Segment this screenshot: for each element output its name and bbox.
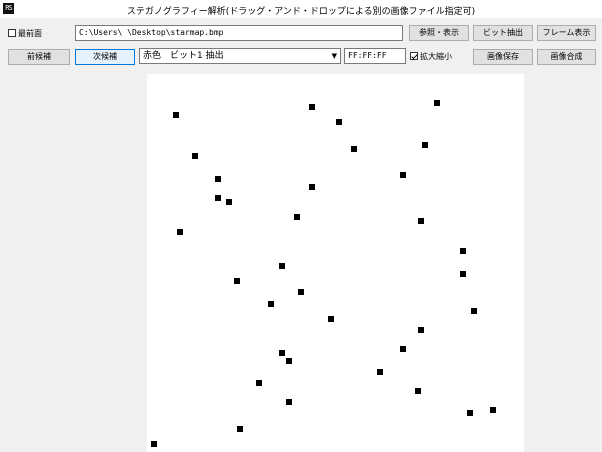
star-dot	[351, 146, 357, 152]
chevron-down-icon[interactable]: ▼	[332, 49, 337, 63]
star-dot	[279, 263, 285, 269]
file-path-field[interactable]: C:\Users\ \Desktop\starmap.bmp	[75, 25, 403, 41]
topmost-checkbox-box[interactable]	[8, 29, 16, 37]
star-dot	[298, 289, 304, 295]
image-view[interactable]	[147, 74, 524, 452]
star-dot	[237, 426, 243, 432]
star-dot	[415, 388, 421, 394]
star-dot	[173, 112, 179, 118]
prev-candidate-button[interactable]: 前候補	[8, 49, 70, 65]
star-dot	[460, 248, 466, 254]
star-dot	[400, 172, 406, 178]
extract-bits-button[interactable]: ビット抽出	[473, 25, 533, 41]
window-title: ステガノグラフィー解析(ドラッグ・アンド・ドロップによる別の画像ファイル指定可)	[126, 7, 476, 17]
zoom-checkbox-box[interactable]	[410, 52, 418, 60]
star-dot	[309, 104, 315, 110]
star-dot	[336, 119, 342, 125]
frame-view-button[interactable]: フレーム表示	[537, 25, 596, 41]
star-dot	[151, 441, 157, 447]
color-value-field[interactable]: FF:FF:FF	[344, 48, 406, 64]
zoom-checkbox[interactable]: 拡大縮小	[410, 50, 452, 64]
star-dot	[400, 346, 406, 352]
star-dot	[328, 316, 334, 322]
save-image-button[interactable]: 画像保存	[473, 49, 533, 65]
star-dot	[256, 380, 262, 386]
star-dot	[286, 399, 292, 405]
browse-display-button[interactable]: 参照・表示	[409, 25, 469, 41]
star-dot	[418, 327, 424, 333]
star-dot	[422, 142, 428, 148]
star-dot	[192, 153, 198, 159]
star-dot	[234, 278, 240, 284]
star-dot	[177, 229, 183, 235]
star-map-image	[151, 100, 496, 447]
topmost-checkbox[interactable]: 最前面	[8, 27, 42, 41]
star-dot	[215, 195, 221, 201]
next-candidate-button[interactable]: 次候補	[75, 49, 135, 65]
star-dot	[215, 176, 221, 182]
star-dot	[460, 271, 466, 277]
topmost-label: 最前面	[18, 29, 42, 38]
zoom-label: 拡大縮小	[420, 52, 452, 61]
extract-mode-value: 赤色 ビット1 抽出	[143, 51, 224, 61]
star-dot	[286, 358, 292, 364]
star-dot	[268, 301, 274, 307]
star-dot	[434, 100, 440, 106]
star-dot	[226, 199, 232, 205]
extract-mode-select[interactable]: 赤色 ビット1 抽出 ▼	[139, 48, 341, 64]
star-dot	[490, 407, 496, 413]
star-dot	[418, 218, 424, 224]
star-dot	[377, 369, 383, 375]
star-dot	[471, 308, 477, 314]
star-dot	[294, 214, 300, 220]
title-bar: RS ステガノグラフィー解析(ドラッグ・アンド・ドロップによる別の画像ファイル指…	[0, 0, 602, 18]
star-dot	[279, 350, 285, 356]
star-dot	[309, 184, 315, 190]
compose-image-button[interactable]: 画像合成	[537, 49, 596, 65]
star-dot	[467, 410, 473, 416]
